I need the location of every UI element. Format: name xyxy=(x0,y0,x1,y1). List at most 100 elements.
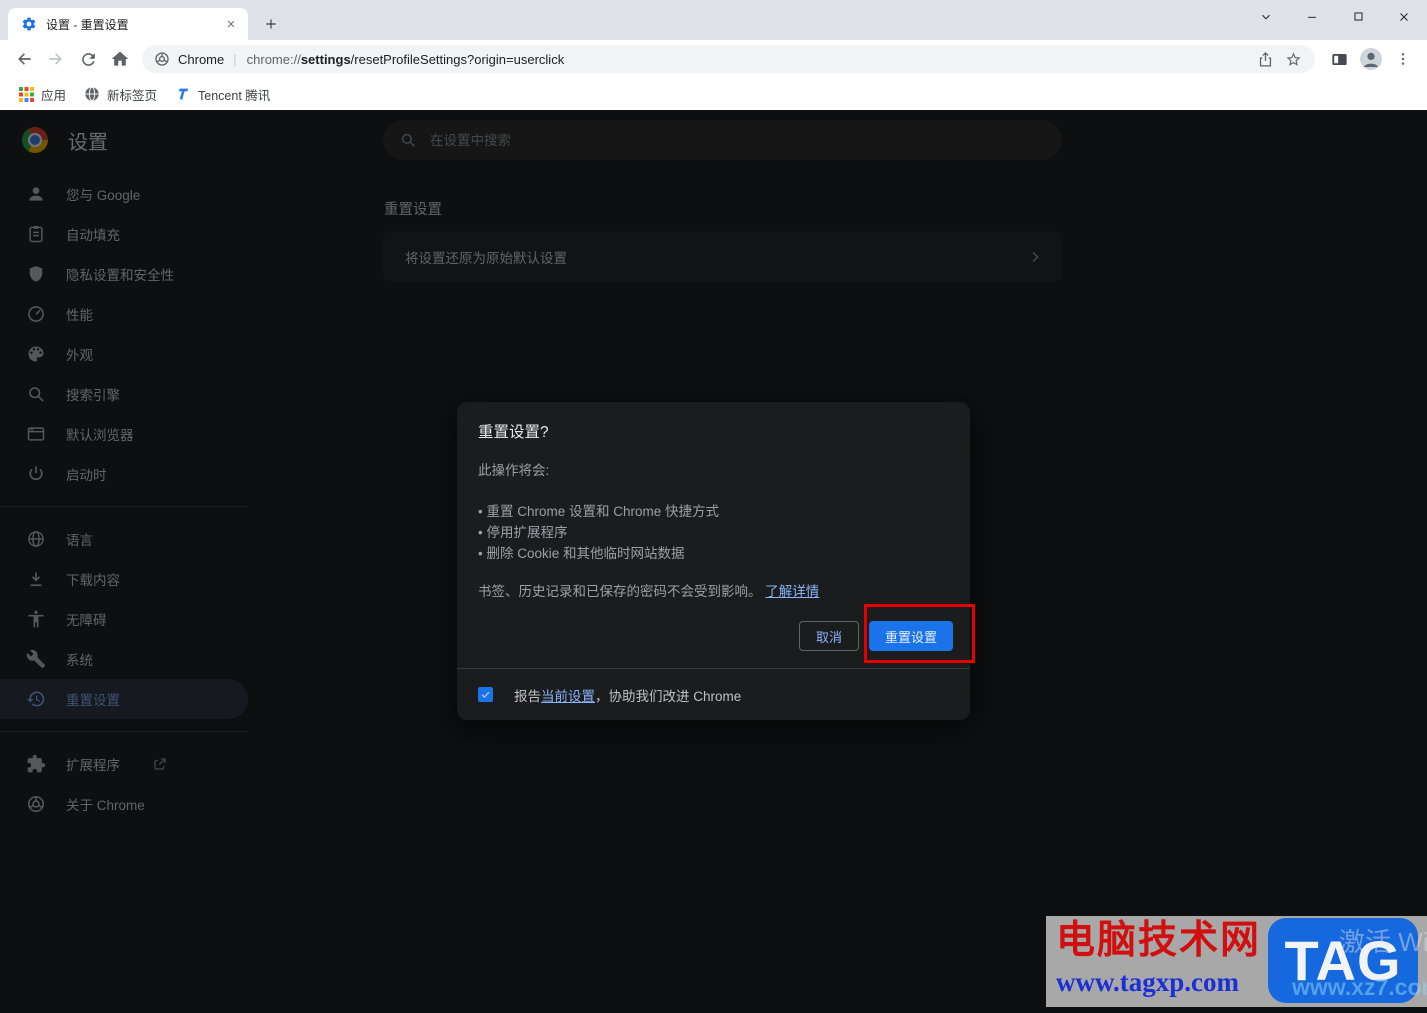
dialog-title: 重置设置? xyxy=(457,402,970,442)
dialog-note: 书签、历史记录和已保存的密码不会受到影响。 了解详情 xyxy=(457,564,970,600)
external-link-icon xyxy=(152,756,168,772)
accessibility-icon xyxy=(26,609,46,629)
learn-more-link[interactable]: 了解详情 xyxy=(765,584,819,599)
sidebar-item-reset-settings[interactable]: 重置设置 xyxy=(0,679,248,719)
cancel-button[interactable]: 取消 xyxy=(799,621,859,651)
restore-defaults-row[interactable]: 将设置还原为原始默认设置 xyxy=(383,231,1062,282)
browser-tab[interactable]: 设置 - 重置设置 xyxy=(8,8,248,40)
watermark-site-name: 电脑技术网 xyxy=(1056,917,1261,964)
sidebar-divider xyxy=(0,731,248,732)
clipboard-icon xyxy=(26,224,46,244)
watermark-site-url: www.tagxp.com xyxy=(1056,965,1239,999)
report-settings-row: 报告当前设置，协助我们改进 Chrome xyxy=(478,669,949,720)
shield-icon xyxy=(26,264,46,284)
person-icon xyxy=(26,184,46,204)
forward-button[interactable] xyxy=(40,43,72,75)
sidebar-item-extensions[interactable]: 扩展程序 xyxy=(0,744,248,784)
window-close-button[interactable] xyxy=(1381,0,1427,33)
puzzle-icon xyxy=(26,754,46,774)
settings-sidebar: 设置 您与 Google 自动填充 隐私设置和安全性 性能 外观 xyxy=(0,110,248,1013)
reload-button[interactable] xyxy=(72,43,104,75)
bookmark-star-icon[interactable] xyxy=(1279,45,1307,73)
sidebar-item-downloads[interactable]: 下载内容 xyxy=(0,559,248,599)
dialog-bullet: • 删除 Cookie 和其他临时网站数据 xyxy=(478,543,949,564)
back-button[interactable] xyxy=(8,43,40,75)
tab-title: 设置 - 重置设置 xyxy=(46,16,222,33)
omnibox-separator: | xyxy=(233,52,236,67)
bookmark-new-tab[interactable]: 新标签页 xyxy=(75,82,166,106)
menu-dots-icon[interactable] xyxy=(1387,43,1419,75)
sidebar-item-you-and-google[interactable]: 您与 Google xyxy=(0,174,248,214)
address-bar[interactable]: Chrome | chrome://settings/resetProfileS… xyxy=(142,45,1315,73)
current-settings-link[interactable]: 当前设置 xyxy=(541,689,595,704)
sidebar-item-accessibility[interactable]: 无障碍 xyxy=(0,599,248,639)
sidebar-item-privacy-security[interactable]: 隐私设置和安全性 xyxy=(0,254,248,294)
dialog-intro: 此操作将会: xyxy=(457,442,970,479)
bookmark-label: 新标签页 xyxy=(107,85,157,104)
new-tab-button[interactable] xyxy=(258,11,284,37)
tab-search-chevron-icon[interactable] xyxy=(1243,0,1289,33)
watermark-banner: 电脑技术网 www.tagxp.com TAG 激活 Wind www.xz7.… xyxy=(1046,916,1427,1007)
report-settings-label: 报告当前设置，协助我们改进 Chrome xyxy=(514,685,741,705)
chrome-logo-icon xyxy=(26,794,46,814)
profile-avatar[interactable] xyxy=(1355,43,1387,75)
tab-close-icon[interactable] xyxy=(222,15,240,33)
page-title: 设置 xyxy=(68,126,108,155)
bookmark-tencent[interactable]: Tencent 腾讯 xyxy=(166,82,279,106)
sidebar-item-languages[interactable]: 语言 xyxy=(0,519,248,559)
reset-settings-dialog: 重置设置? 此操作将会: • 重置 Chrome 设置和 Chrome 快捷方式… xyxy=(457,402,970,720)
bookmark-label: Tencent 腾讯 xyxy=(198,85,270,104)
sidebar-item-about-chrome[interactable]: 关于 Chrome xyxy=(0,784,248,824)
sidebar-item-search-engine[interactable]: 搜索引擎 xyxy=(0,374,248,414)
share-icon[interactable] xyxy=(1251,45,1279,73)
wrench-icon xyxy=(26,649,46,669)
window-maximize-button[interactable] xyxy=(1335,0,1381,33)
settings-search-input[interactable] xyxy=(430,133,1046,148)
tencent-icon xyxy=(175,86,191,102)
omnibox-url[interactable]: chrome://settings/resetProfileSettings?o… xyxy=(247,52,1251,67)
window-minimize-button[interactable] xyxy=(1289,0,1335,33)
settings-search[interactable] xyxy=(383,120,1062,160)
report-settings-checkbox[interactable] xyxy=(478,687,493,702)
search-icon xyxy=(399,131,417,149)
sidebar-item-system[interactable]: 系统 xyxy=(0,639,248,679)
checkmark-icon xyxy=(480,689,491,700)
sidebar-divider xyxy=(0,506,248,507)
chrome-glyph-icon xyxy=(154,51,170,67)
sidebar-item-appearance[interactable]: 外观 xyxy=(0,334,248,374)
settings-header: 设置 xyxy=(0,110,248,156)
dialog-bullet-list: • 重置 Chrome 设置和 Chrome 快捷方式 • 停用扩展程序 • 删… xyxy=(457,479,970,564)
tab-strip: 设置 - 重置设置 xyxy=(0,0,1427,40)
watermark-ghost-text: 激活 Wind xyxy=(1339,922,1427,959)
side-panel-icon[interactable] xyxy=(1323,43,1355,75)
history-restore-icon xyxy=(26,689,46,709)
chevron-right-icon xyxy=(1026,248,1044,266)
bookmark-apps[interactable]: 应用 xyxy=(10,82,75,106)
browser-window-icon xyxy=(26,424,46,444)
tab-favicon-gear-icon xyxy=(21,16,37,32)
palette-icon xyxy=(26,344,46,364)
magnifier-icon xyxy=(26,384,46,404)
sidebar-item-default-browser[interactable]: 默认浏览器 xyxy=(0,414,248,454)
speedometer-icon xyxy=(26,304,46,324)
section-heading: 重置设置 xyxy=(384,198,442,219)
download-icon xyxy=(26,569,46,589)
chrome-logo-icon xyxy=(22,127,48,153)
globe-icon xyxy=(26,529,46,549)
sidebar-item-performance[interactable]: 性能 xyxy=(0,294,248,334)
apps-grid-icon xyxy=(19,87,34,102)
dialog-bullet: • 停用扩展程序 xyxy=(478,522,949,543)
power-icon xyxy=(26,464,46,484)
sidebar-item-on-startup[interactable]: 启动时 xyxy=(0,454,248,494)
bookmarks-bar: 应用 新标签页 Tencent 腾讯 xyxy=(0,78,1427,110)
bookmark-label: 应用 xyxy=(41,85,66,104)
dialog-bullet: • 重置 Chrome 设置和 Chrome 快捷方式 xyxy=(478,501,949,522)
sidebar-item-autofill[interactable]: 自动填充 xyxy=(0,214,248,254)
omnibox-app-label: Chrome xyxy=(178,52,224,67)
browser-toolbar: Chrome | chrome://settings/resetProfileS… xyxy=(0,40,1427,78)
annotation-highlight-box xyxy=(864,604,975,663)
home-button[interactable] xyxy=(104,43,136,75)
globe-icon xyxy=(84,86,100,102)
restore-defaults-label: 将设置还原为原始默认设置 xyxy=(405,247,567,267)
watermark-ghost-url: www.xz7.com xyxy=(1292,974,1427,1001)
